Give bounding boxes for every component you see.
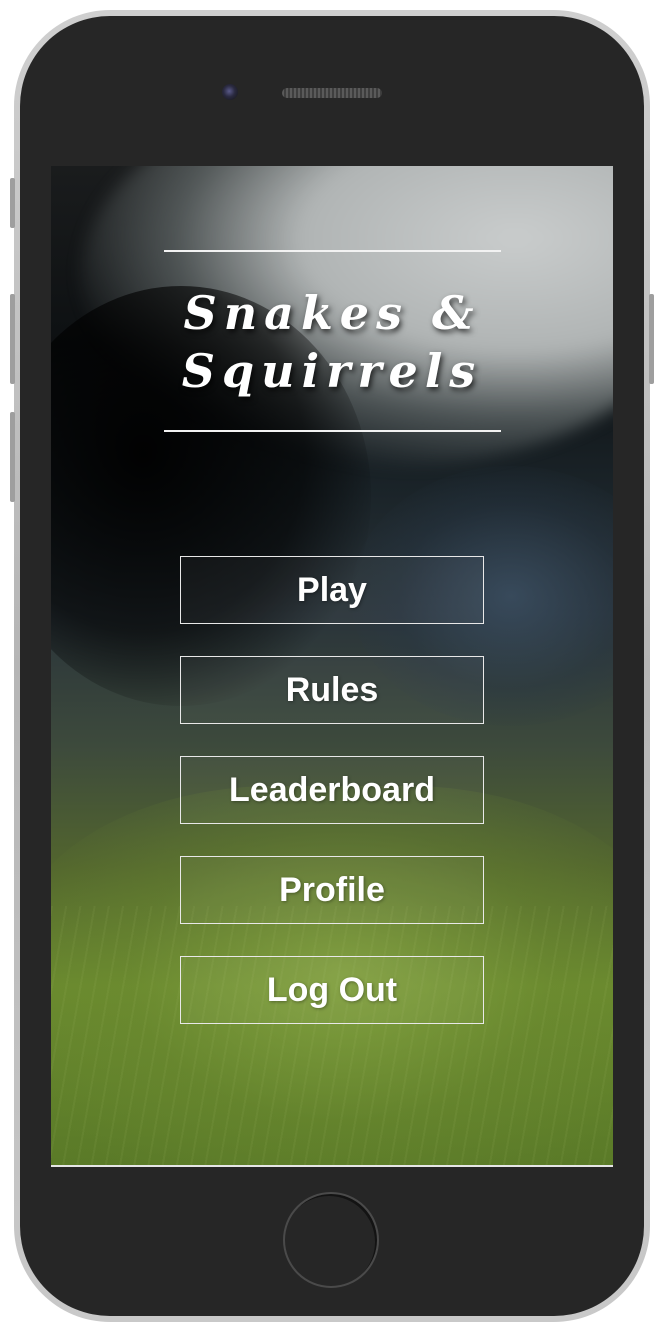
app-title: Snakes & Squirrels <box>131 284 533 400</box>
home-button[interactable] <box>283 1192 379 1288</box>
play-button[interactable]: Play <box>180 556 484 624</box>
power-button <box>649 294 654 384</box>
screen-bottom-edge <box>51 1165 613 1167</box>
volume-down-button <box>10 412 15 502</box>
title-divider-top <box>164 250 501 252</box>
app-title-line-1: Snakes & <box>183 286 481 340</box>
log-out-button[interactable]: Log Out <box>180 956 484 1024</box>
app-title-line-2: Squirrels <box>181 344 483 398</box>
volume-up-button <box>10 294 15 384</box>
app-screen: Snakes & Squirrels Play Rules Leaderboar… <box>51 166 613 1166</box>
speaker-grille <box>282 88 382 98</box>
mute-switch <box>10 178 15 228</box>
background-grass-texture <box>51 906 613 1166</box>
camera-icon <box>222 84 238 100</box>
leaderboard-button[interactable]: Leaderboard <box>180 756 484 824</box>
title-divider-bottom <box>164 430 501 432</box>
profile-button[interactable]: Profile <box>180 856 484 924</box>
rules-button[interactable]: Rules <box>180 656 484 724</box>
